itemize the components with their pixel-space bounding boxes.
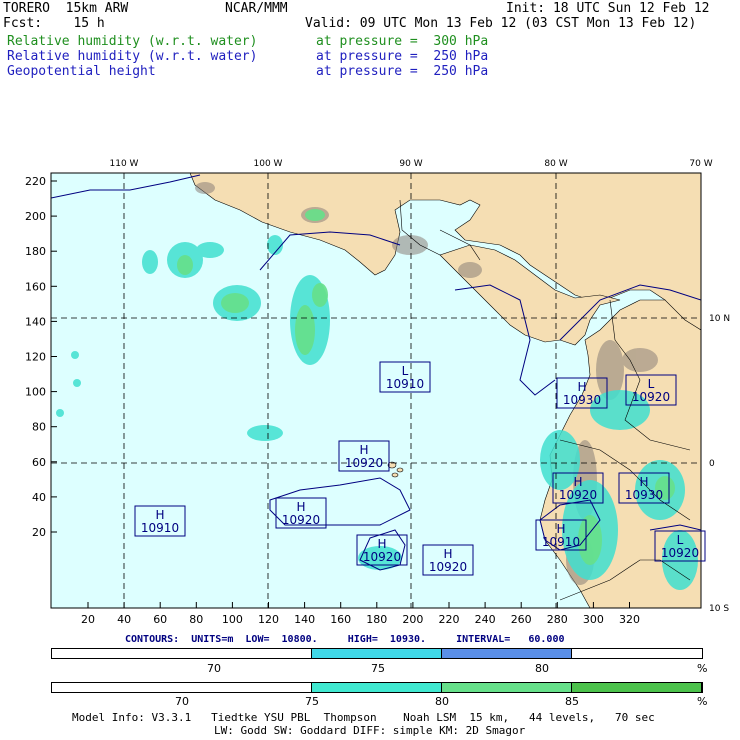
x-tick-label: 260	[511, 613, 532, 626]
colorbar-segment	[572, 683, 702, 692]
height-value: 10920	[429, 560, 467, 574]
x-tick-label: 240	[475, 613, 496, 626]
x-tick-label: 220	[439, 613, 460, 626]
colorbar-segment	[442, 683, 572, 692]
latitude-label: 0	[709, 459, 715, 469]
pressure-type: H	[155, 508, 164, 522]
pressure-type: L	[402, 364, 409, 378]
x-tick-label: 140	[294, 613, 315, 626]
pressure-type: H	[577, 380, 586, 394]
pressure-type: H	[296, 500, 305, 514]
x-tick-label: 80	[189, 613, 203, 626]
colorbar-1-label-70: 70	[207, 662, 221, 675]
weather-map: 20 40 60 80 100 120 140 160 180 200 220 240 260 280 30…	[25, 159, 730, 626]
height-value: 10930	[563, 393, 601, 407]
height-value: 10930	[625, 488, 663, 502]
pressure-type: L	[677, 533, 684, 547]
longitude-label: 100 W	[254, 159, 283, 169]
y-tick-label: 80	[32, 421, 46, 434]
x-tick-label: 120	[258, 613, 279, 626]
y-tick-label: 220	[25, 175, 46, 188]
colorbar-2-label-70: 70	[175, 695, 189, 708]
y-tick-label: 40	[32, 491, 46, 504]
x-tick-label: 100	[222, 613, 243, 626]
height-value: 10920	[345, 456, 383, 470]
colorbar-segment	[442, 649, 572, 658]
colorbar-segment	[312, 649, 442, 658]
pressure-type: H	[377, 537, 386, 551]
x-tick-label: 160	[330, 613, 351, 626]
x-tick-label: 40	[117, 613, 131, 626]
model-info-line-2: LW: Godd SW: Goddard DIFF: simple KM: 2D…	[214, 724, 526, 737]
colorbar-2-label-85: 85	[565, 695, 579, 708]
colorbar-2-label-75: 75	[305, 695, 319, 708]
y-tick-label: 120	[25, 351, 46, 364]
x-tick-label: 180	[366, 613, 387, 626]
y-tick-label: 20	[32, 526, 46, 539]
x-tick-label: 200	[402, 613, 423, 626]
y-tick-label: 160	[25, 280, 46, 293]
y-tick-label: 100	[25, 386, 46, 399]
longitude-label: 110 W	[110, 159, 139, 169]
x-tick-label: 300	[583, 613, 604, 626]
pressure-type: L	[648, 377, 655, 391]
latitude-label: 10 N	[709, 314, 730, 324]
x-tick-label: 320	[619, 613, 640, 626]
colorbar-2-label-80: 80	[435, 695, 449, 708]
height-value: 10920	[632, 390, 670, 404]
colorbar-1-label-75: 75	[371, 662, 385, 675]
height-value: 10920	[559, 488, 597, 502]
height-value: 10910	[386, 377, 424, 391]
colorbar-segment	[52, 649, 312, 658]
height-value: 10920	[363, 550, 401, 564]
y-tick-label: 200	[25, 210, 46, 223]
colorbar-2-unit: %	[697, 695, 708, 708]
model-info-line-1: Model Info: V3.3.1 Tiedtke YSU PBL Thomp…	[72, 711, 655, 724]
x-tick-label: 280	[547, 613, 568, 626]
colorbar-segment	[52, 683, 312, 692]
longitude-label: 70 W	[689, 159, 712, 169]
height-value: 10920	[282, 513, 320, 527]
y-tick-label: 140	[25, 315, 46, 328]
x-tick-label: 20	[81, 613, 95, 626]
colorbar-1-label-80: 80	[535, 662, 549, 675]
pressure-type: H	[639, 475, 648, 489]
pressure-type: H	[573, 475, 582, 489]
pressure-type: H	[556, 522, 565, 536]
y-tick-label: 60	[32, 456, 46, 469]
pressure-type: H	[443, 547, 452, 561]
y-tick-label: 180	[25, 245, 46, 258]
latitude-label: 10 S	[709, 604, 729, 614]
height-value: 10920	[661, 546, 699, 560]
longitude-label: 90 W	[399, 159, 422, 169]
colorbar-250hpa	[51, 648, 703, 659]
contours-info: CONTOURS: UNITS=m LOW= 10800. HIGH= 1093…	[125, 634, 565, 645]
x-tick-label: 60	[153, 613, 167, 626]
height-value: 10910	[141, 521, 179, 535]
longitude-label: 80 W	[544, 159, 567, 169]
pressure-type: H	[359, 443, 368, 457]
colorbar-1-unit: %	[697, 662, 708, 675]
colorbar-segment	[312, 683, 442, 692]
colorbar-300hpa	[51, 682, 703, 693]
height-value: 10910	[542, 535, 580, 549]
